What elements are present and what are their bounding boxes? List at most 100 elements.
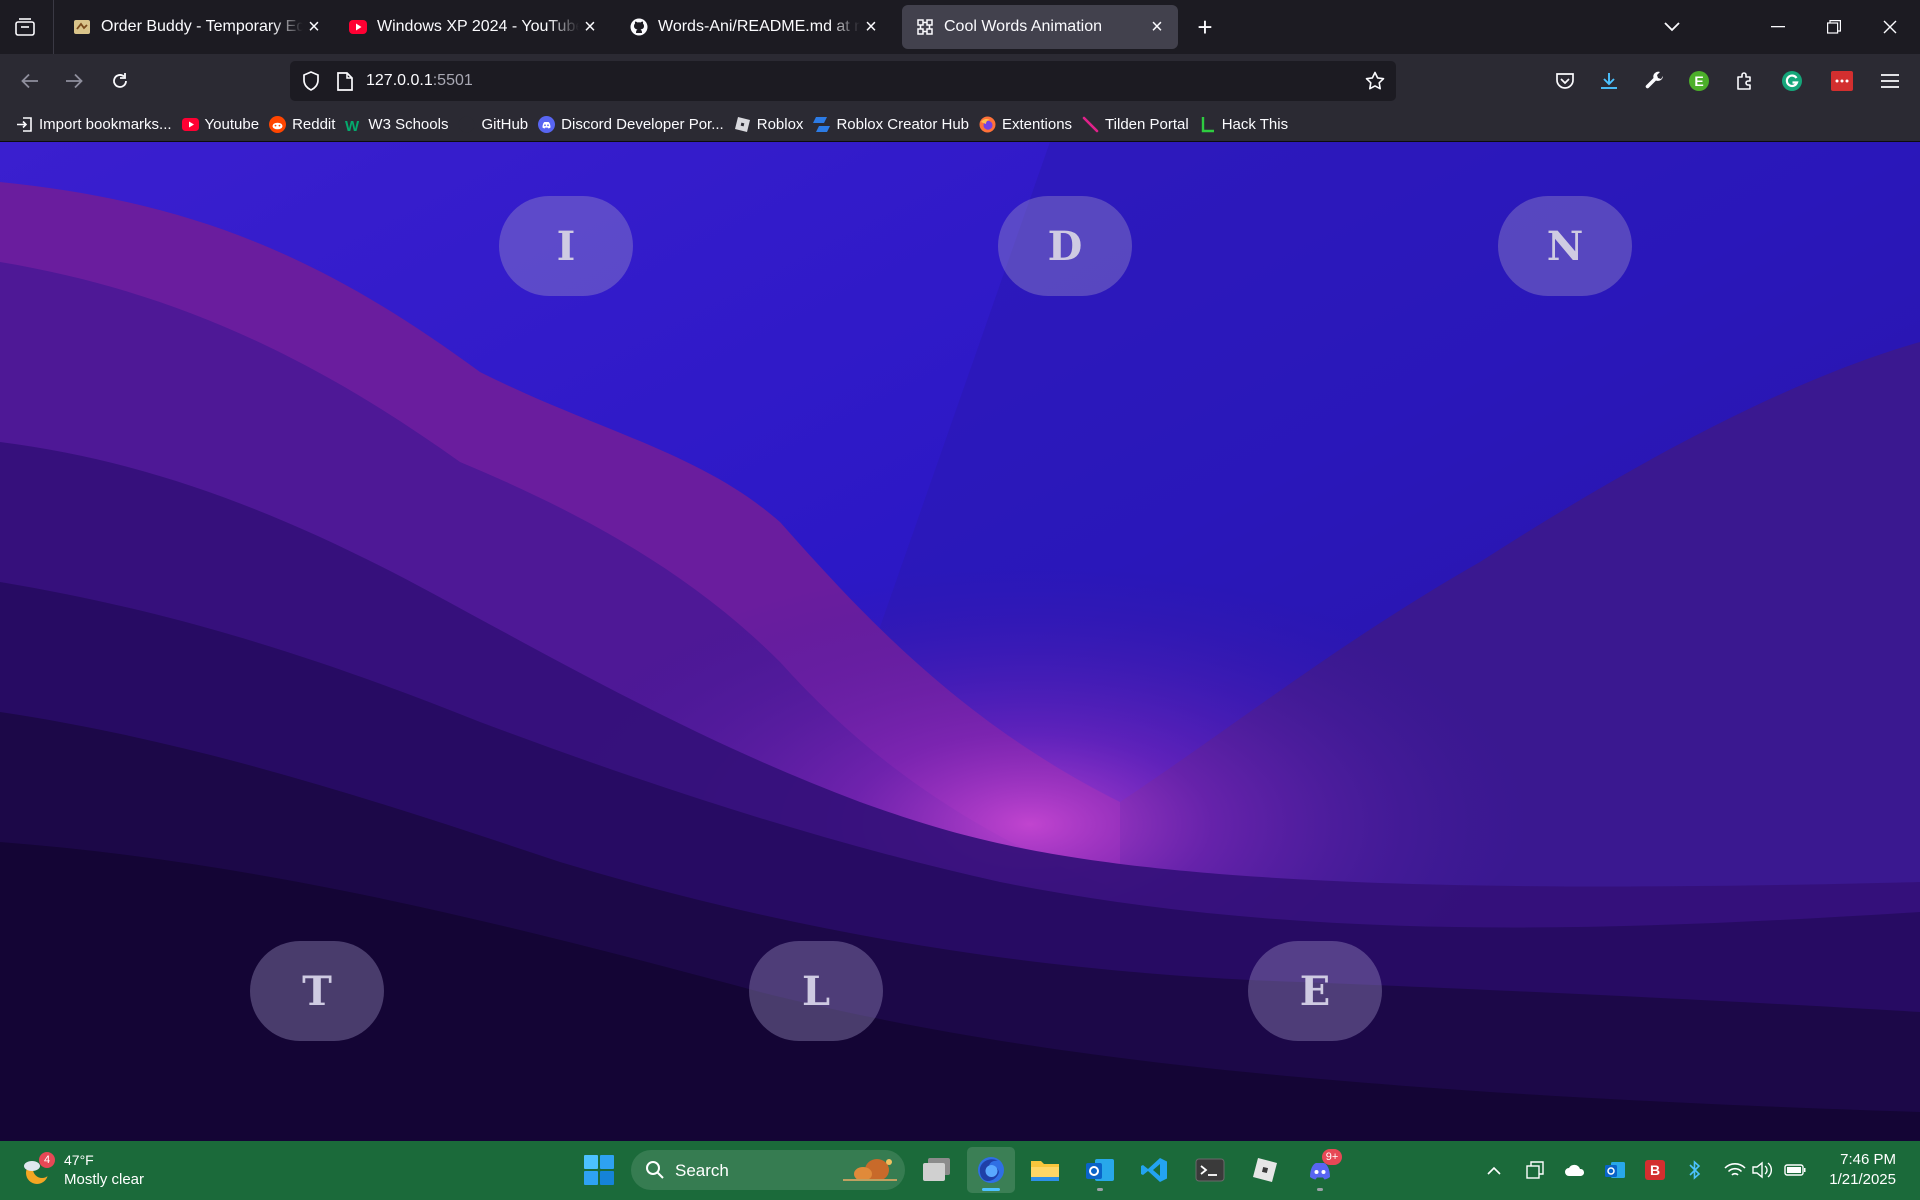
terminal-icon <box>1195 1158 1225 1182</box>
tab-manager-button[interactable] <box>8 11 42 43</box>
taskbar-outlook[interactable] <box>1076 1147 1124 1193</box>
show-hidden-icons-chevron-up-icon[interactable] <box>1481 1157 1507 1183</box>
letter-bubble: D <box>998 196 1132 296</box>
letter-text: L <box>801 967 831 1015</box>
pocket-icon[interactable] <box>1550 66 1580 96</box>
minimize-button[interactable] <box>1750 0 1806 54</box>
w3schools-icon: W <box>345 116 362 133</box>
close-tab-icon[interactable]: × <box>579 16 601 38</box>
reload-button[interactable] <box>103 64 137 98</box>
system-clock[interactable]: 7:46 PM 1/21/2025 <box>1829 1150 1896 1190</box>
wrench-icon[interactable] <box>1640 66 1670 96</box>
page-info-icon[interactable] <box>332 68 358 94</box>
tab-title: Windows XP 2024 - YouTube <box>377 18 579 35</box>
volume-icon[interactable] <box>1750 1157 1776 1183</box>
battery-icon[interactable] <box>1782 1157 1808 1183</box>
bookmark-import[interactable]: Import bookmarks... <box>14 111 178 139</box>
letter-bubble: E <box>1248 941 1382 1041</box>
bookmark-roblox[interactable]: Roblox <box>732 111 810 139</box>
folder-icon <box>1031 1161 1059 1181</box>
bookmark-tilden-portal[interactable]: Tilden Portal <box>1080 111 1195 139</box>
taskbar-search-box[interactable]: Search <box>631 1150 905 1190</box>
grammarly-icon[interactable] <box>1777 66 1807 96</box>
bookmark-hack-this[interactable]: Hack This <box>1197 111 1294 139</box>
downloads-icon[interactable] <box>1594 66 1624 96</box>
bookmark-label: Roblox Creator Hub <box>836 116 969 133</box>
url-text[interactable]: 127.0.0.1:5501 <box>366 72 473 90</box>
outlook-icon <box>1086 1159 1114 1181</box>
tab-title: Words-Ani/README.md at main <box>658 18 860 35</box>
taskbar-task-view[interactable] <box>913 1147 961 1193</box>
taskbar-roblox[interactable] <box>1241 1147 1289 1193</box>
red-b-tray-icon[interactable]: B <box>1642 1157 1668 1183</box>
weather-widget[interactable]: 4 47°F Mostly clear <box>22 1148 172 1192</box>
svg-text:E: E <box>1694 73 1703 89</box>
app-menu-hamburger-icon[interactable] <box>1875 66 1905 96</box>
letter-text: I <box>556 222 576 270</box>
taskbar-terminal[interactable] <box>1186 1147 1234 1193</box>
github-icon <box>630 18 648 36</box>
tracking-protection-shield-icon[interactable] <box>298 68 324 94</box>
hackthis-icon <box>1199 116 1216 133</box>
letter-text: N <box>1546 222 1584 270</box>
github-icon <box>458 116 475 133</box>
restore-icon <box>1827 20 1841 34</box>
address-bar[interactable]: 127.0.0.1:5501 <box>290 61 1396 101</box>
youtube-icon <box>181 116 199 133</box>
url-host: 127.0.0.1 <box>366 72 433 89</box>
tab-order-buddy[interactable]: Order Buddy - Temporary Edition × <box>59 5 335 49</box>
bookmark-label: Extentions <box>1002 116 1073 133</box>
restore-button[interactable] <box>1806 0 1862 54</box>
bookmark-label: Tilden Portal <box>1105 116 1189 133</box>
search-highlight-illustration-icon <box>843 1159 897 1181</box>
taskbar-firefox[interactable] <box>967 1147 1015 1193</box>
letter-bubble: N <box>1498 196 1632 296</box>
back-button[interactable] <box>13 64 47 98</box>
minimize-icon <box>1771 26 1785 28</box>
extension-e-icon[interactable]: E <box>1684 66 1714 96</box>
close-window-button[interactable] <box>1862 0 1918 54</box>
bluetooth-icon[interactable] <box>1682 1157 1708 1183</box>
tab-youtube[interactable]: Windows XP 2024 - YouTube × <box>335 5 611 49</box>
new-tab-button[interactable]: + <box>1188 11 1222 43</box>
close-tab-icon[interactable]: × <box>860 16 882 38</box>
bookmark-roblox-creator-hub[interactable]: Roblox Creator Hub <box>811 111 975 139</box>
running-indicator <box>1097 1188 1103 1191</box>
wifi-icon[interactable] <box>1722 1157 1748 1183</box>
taskbar-discord[interactable]: 9+ <box>1296 1147 1344 1193</box>
tab-manager-icon <box>15 18 35 36</box>
bookmark-star-icon[interactable] <box>1362 68 1388 94</box>
extensions-puzzle-icon[interactable] <box>1730 66 1760 96</box>
taskbar-vscode[interactable] <box>1130 1147 1178 1193</box>
firefox-icon <box>978 1157 1004 1183</box>
weather-condition: Mostly clear <box>64 1171 145 1188</box>
reddit-icon <box>269 116 287 133</box>
close-tab-icon[interactable]: × <box>1146 16 1168 38</box>
bookmark-discord-developer[interactable]: Discord Developer Por... <box>536 111 730 139</box>
discord-notification-badge: 9+ <box>1322 1149 1342 1165</box>
bookmark-reddit[interactable]: Reddit <box>267 111 341 139</box>
bookmarks-toolbar: Import bookmarks... Youtube Reddit W W3 … <box>0 108 1920 142</box>
tab-github[interactable]: Words-Ani/README.md at main × <box>616 5 892 49</box>
task-view-icon <box>923 1158 950 1181</box>
red-extension-icon[interactable] <box>1827 66 1857 96</box>
vscode-live-server-icon <box>916 18 934 36</box>
weather-temp: 47°F <box>64 1152 94 1168</box>
close-tab-icon[interactable]: × <box>303 16 325 38</box>
list-all-tabs-button[interactable] <box>1654 11 1690 43</box>
bookmark-w3schools[interactable]: W W3 Schools <box>343 111 454 139</box>
letter-text: D <box>1047 222 1083 270</box>
taskbar-file-explorer[interactable] <box>1021 1147 1069 1193</box>
forward-button[interactable] <box>57 64 91 98</box>
onedrive-cloud-icon[interactable] <box>1562 1157 1588 1183</box>
copy-window-tray-icon[interactable] <box>1522 1157 1548 1183</box>
bookmark-github[interactable]: GitHub <box>456 111 534 139</box>
import-icon <box>16 116 33 133</box>
bookmark-youtube[interactable]: Youtube <box>180 111 266 139</box>
search-icon <box>646 1161 664 1179</box>
start-button[interactable] <box>582 1153 616 1187</box>
bookmark-extentions[interactable]: Extentions <box>977 111 1078 139</box>
outlook-tray-icon[interactable] <box>1602 1157 1628 1183</box>
tab-cool-words-animation[interactable]: Cool Words Animation × <box>902 5 1178 49</box>
tilden-icon <box>1082 116 1099 133</box>
